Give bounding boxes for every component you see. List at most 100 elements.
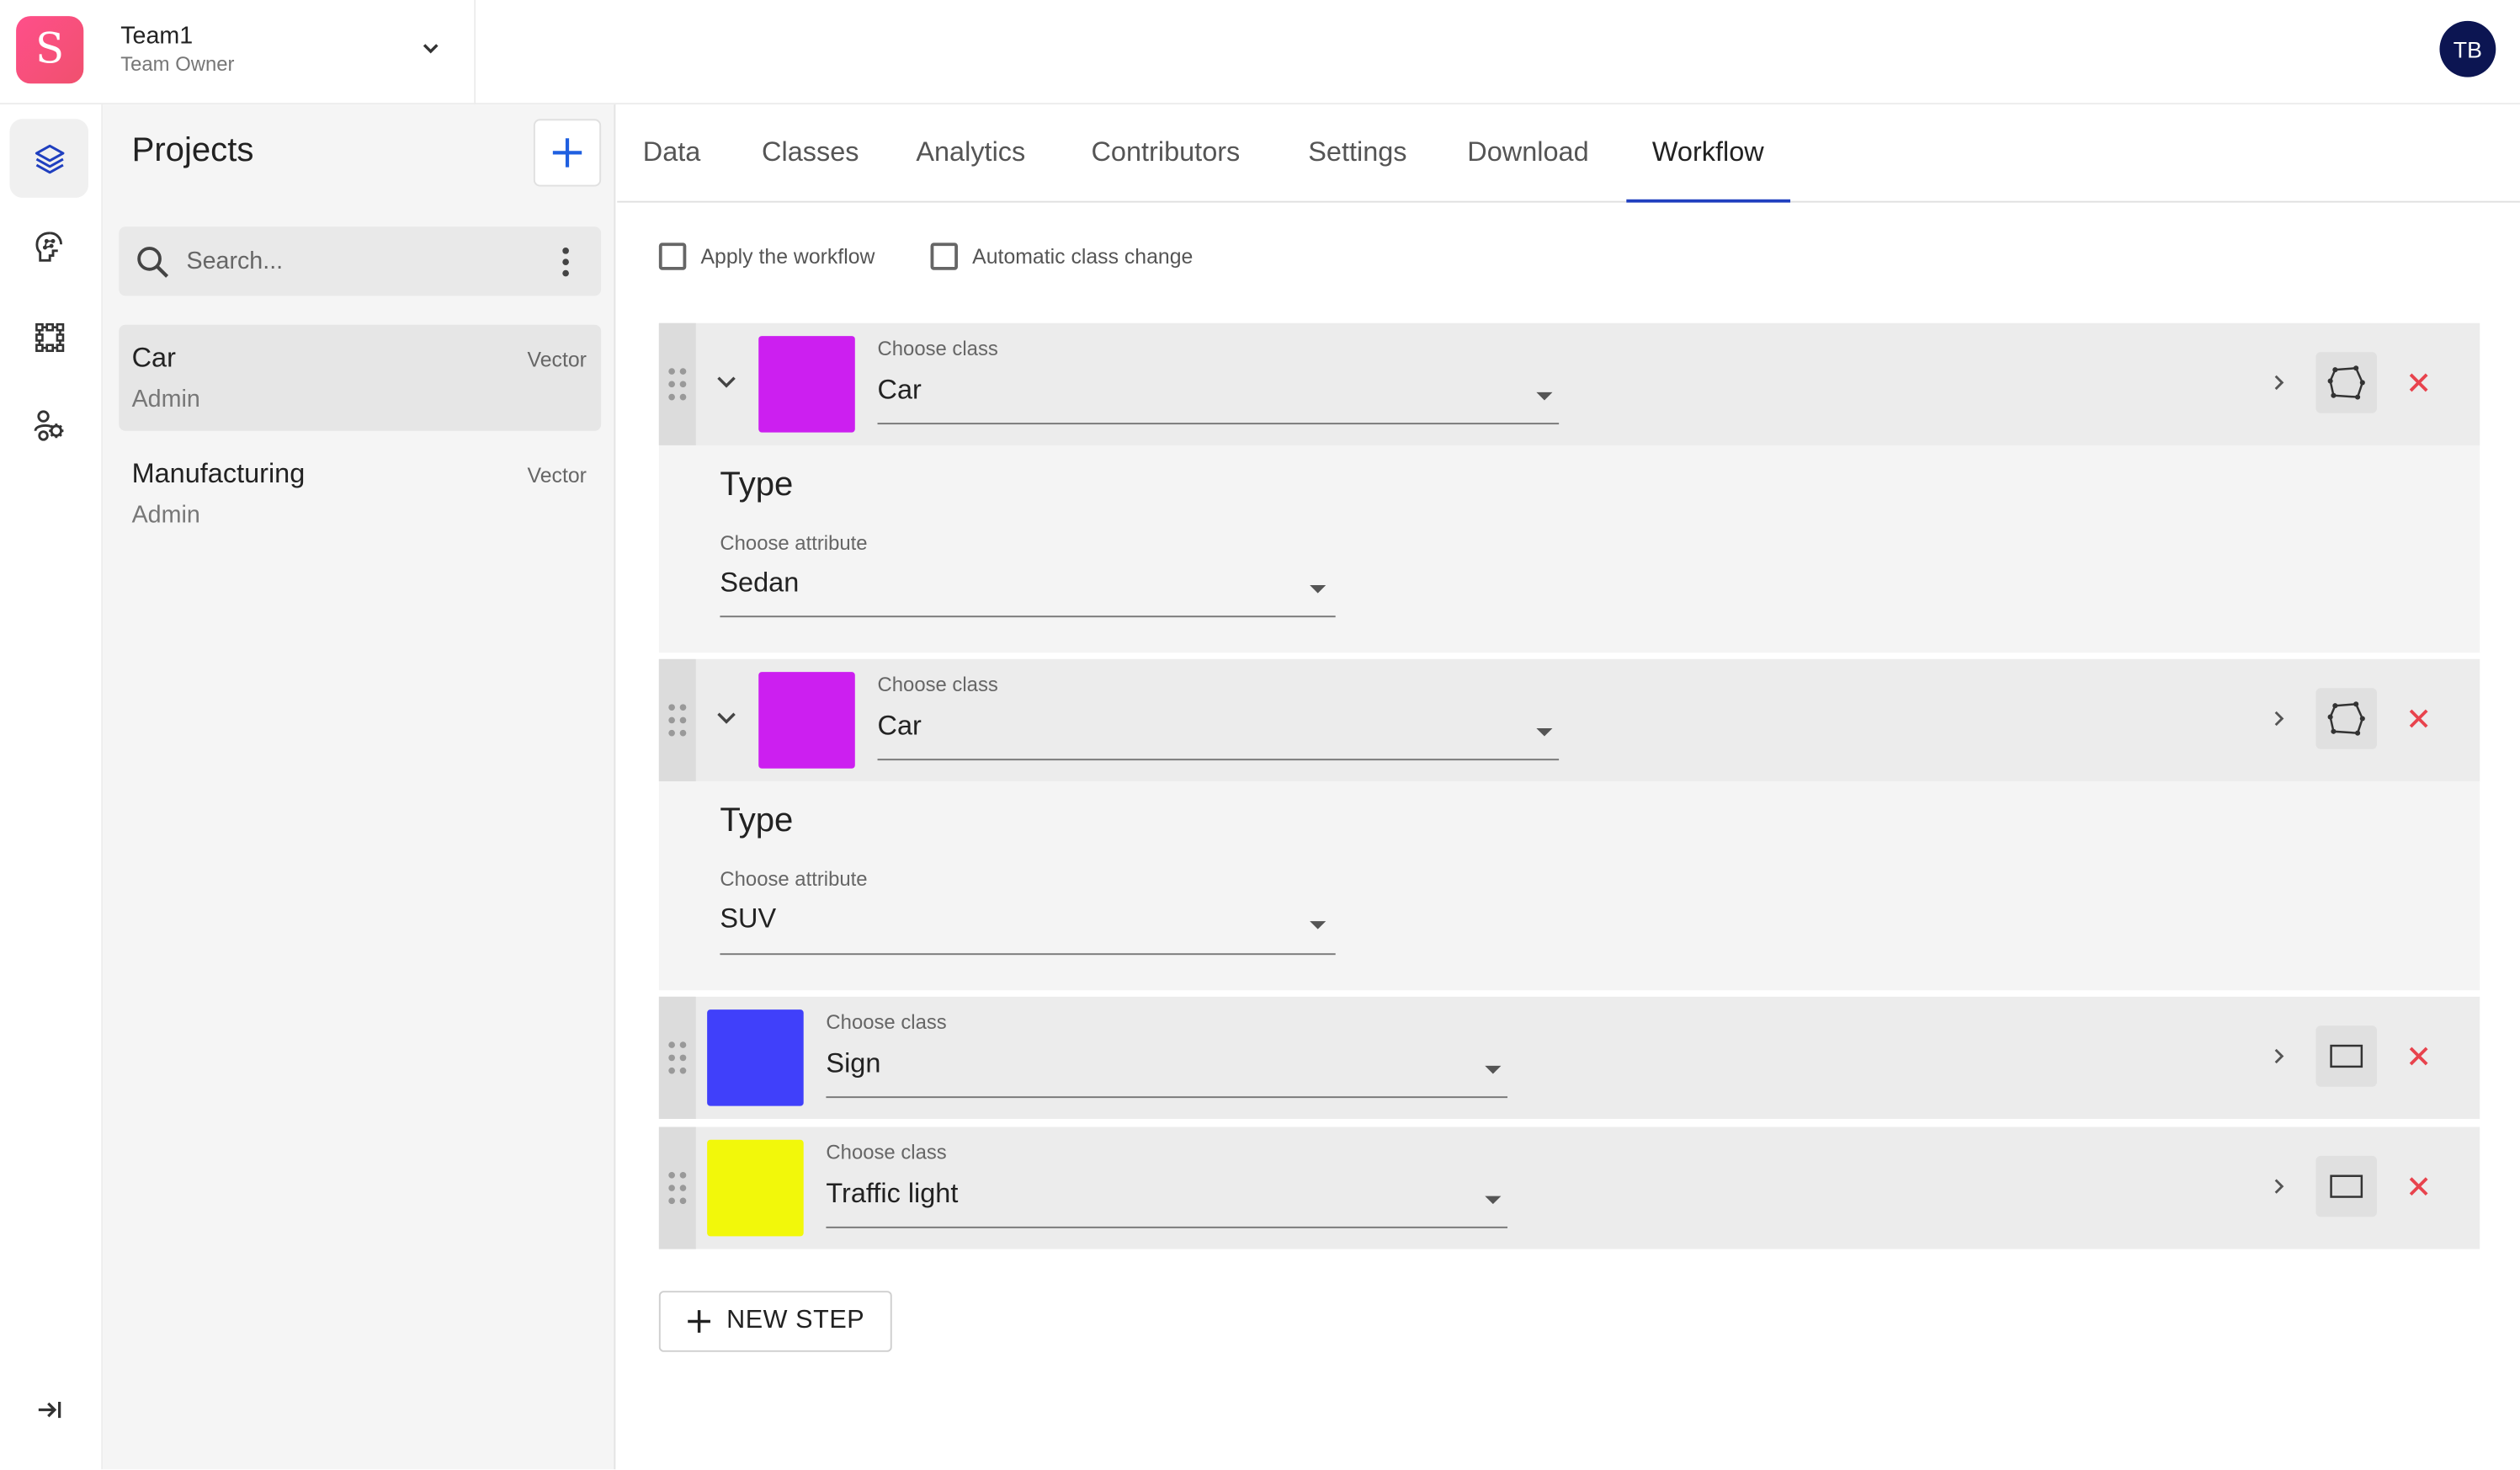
select-underline	[826, 1226, 1508, 1228]
tab-classes[interactable]: Classes	[736, 104, 885, 202]
drag-handle-icon	[668, 1041, 687, 1074]
attribute-select[interactable]: SUV	[720, 903, 776, 935]
close-icon[interactable]	[2407, 1045, 2430, 1068]
attribute-select-label: Choose attribute	[720, 868, 868, 891]
close-icon[interactable]	[2407, 371, 2430, 394]
left-rail	[0, 104, 104, 1470]
apply-workflow-option[interactable]: Apply the workflow	[658, 242, 875, 270]
apply-workflow-label: Apply the workflow	[700, 244, 875, 269]
project-tabs: Data Classes Analytics Contributors Sett…	[617, 104, 2520, 203]
class-select[interactable]: Car	[878, 711, 922, 743]
close-icon[interactable]	[2407, 707, 2430, 730]
rail-team-button[interactable]	[9, 386, 88, 465]
chevron-right-icon[interactable]	[2273, 1177, 2285, 1196]
tab-settings[interactable]: Settings	[1283, 104, 1433, 202]
drag-handle-icon	[668, 704, 687, 737]
polygon-icon	[2327, 365, 2365, 400]
class-color-swatch	[707, 1139, 804, 1237]
shape-type-button[interactable]	[2315, 688, 2378, 749]
rail-projects-button[interactable]	[9, 119, 89, 198]
drag-handle[interactable]	[658, 996, 696, 1119]
workflow-step: Choose class Car Type Choose attribute S…	[658, 322, 2480, 653]
rail-datasets-button[interactable]	[9, 297, 88, 376]
class-select[interactable]: Sign	[826, 1048, 880, 1080]
select-underline	[877, 759, 1560, 761]
chevron-down-icon[interactable]	[715, 707, 738, 730]
polygon-icon	[2327, 701, 2365, 736]
plus-icon	[552, 138, 582, 168]
layers-icon	[34, 143, 64, 173]
chevron-down-icon[interactable]	[715, 371, 738, 394]
auto-class-change-option[interactable]: Automatic class change	[930, 242, 1194, 270]
dropdown-arrow-icon[interactable]	[1536, 391, 1553, 401]
new-step-button[interactable]: NEW STEP	[658, 1291, 892, 1352]
projects-panel: Projects Car Admin Vector Manufacturing …	[103, 104, 616, 1470]
class-color-swatch	[758, 672, 855, 769]
project-role: Admin	[131, 386, 200, 413]
dropdown-arrow-icon[interactable]	[1310, 585, 1326, 594]
tab-download[interactable]: Download	[1442, 104, 1614, 202]
drag-handle-icon	[668, 1171, 687, 1205]
dropdown-arrow-icon[interactable]	[1536, 727, 1553, 737]
tab-workflow[interactable]: Workflow	[1626, 104, 1790, 203]
drag-handle[interactable]	[658, 658, 696, 781]
grid-nodes-icon	[35, 322, 64, 352]
chevron-right-icon[interactable]	[2273, 709, 2285, 728]
drag-handle[interactable]	[658, 1126, 696, 1249]
chevron-down-icon[interactable]	[417, 35, 444, 61]
select-underline	[826, 1096, 1508, 1099]
tab-contributors[interactable]: Contributors	[1066, 104, 1266, 202]
collapse-arrow-icon[interactable]	[35, 1397, 64, 1423]
auto-class-change-label: Automatic class change	[972, 244, 1194, 269]
chevron-right-icon[interactable]	[2273, 373, 2285, 392]
project-role: Admin	[131, 501, 200, 530]
class-select[interactable]: Car	[878, 375, 922, 407]
attribute-title: Type	[720, 466, 794, 503]
close-icon[interactable]	[2407, 1175, 2430, 1198]
auto-class-change-checkbox[interactable]	[930, 242, 959, 270]
project-type: Vector	[527, 347, 587, 372]
avatar[interactable]: TB	[2439, 20, 2496, 77]
team-role: Team Owner	[120, 53, 235, 76]
logo-letter: S	[35, 25, 65, 74]
attribute-title: Type	[720, 802, 794, 839]
class-select[interactable]: Traffic light	[826, 1179, 958, 1211]
drag-handle-icon	[668, 368, 687, 401]
team-switcher[interactable]: Team1 Team Owner	[120, 23, 234, 76]
rectangle-icon	[2330, 1174, 2363, 1198]
workflow-step: Choose class Traffic light	[658, 1126, 2480, 1249]
team-name: Team1	[120, 22, 194, 51]
add-project-button[interactable]	[533, 119, 602, 187]
more-options-icon[interactable]	[556, 244, 576, 280]
class-select-label: Choose class	[877, 337, 998, 360]
search-input[interactable]	[186, 226, 540, 296]
project-item[interactable]: Manufacturing Admin Vector	[119, 440, 601, 546]
search-icon	[137, 247, 169, 278]
shape-type-button[interactable]	[2315, 352, 2378, 413]
app-logo[interactable]: S	[16, 16, 84, 84]
divider	[474, 0, 476, 105]
class-select-label: Choose class	[826, 1011, 947, 1034]
tab-data[interactable]: Data	[617, 104, 726, 202]
shape-type-button[interactable]	[2315, 1025, 2378, 1087]
attribute-select[interactable]: Sedan	[720, 567, 799, 599]
chevron-right-icon[interactable]	[2273, 1047, 2285, 1066]
apply-workflow-checkbox[interactable]	[658, 242, 687, 270]
rail-models-button[interactable]	[9, 207, 88, 286]
project-item[interactable]: Car Admin Vector	[119, 324, 602, 431]
project-name: Car	[131, 342, 176, 373]
dropdown-arrow-icon[interactable]	[1485, 1196, 1502, 1205]
class-color-swatch	[758, 336, 855, 433]
rectangle-icon	[2330, 1044, 2363, 1068]
project-name: Manufacturing	[131, 458, 306, 489]
dropdown-arrow-icon[interactable]	[1485, 1065, 1502, 1074]
avatar-initials: TB	[2453, 35, 2482, 62]
project-type: Vector	[527, 462, 587, 487]
select-underline	[720, 615, 1336, 618]
shape-type-button[interactable]	[2315, 1155, 2378, 1217]
dropdown-arrow-icon[interactable]	[1310, 921, 1326, 929]
tab-analytics[interactable]: Analytics	[891, 104, 1051, 202]
project-search	[119, 226, 602, 296]
drag-handle[interactable]	[658, 322, 696, 445]
new-step-label: NEW STEP	[726, 1307, 865, 1334]
